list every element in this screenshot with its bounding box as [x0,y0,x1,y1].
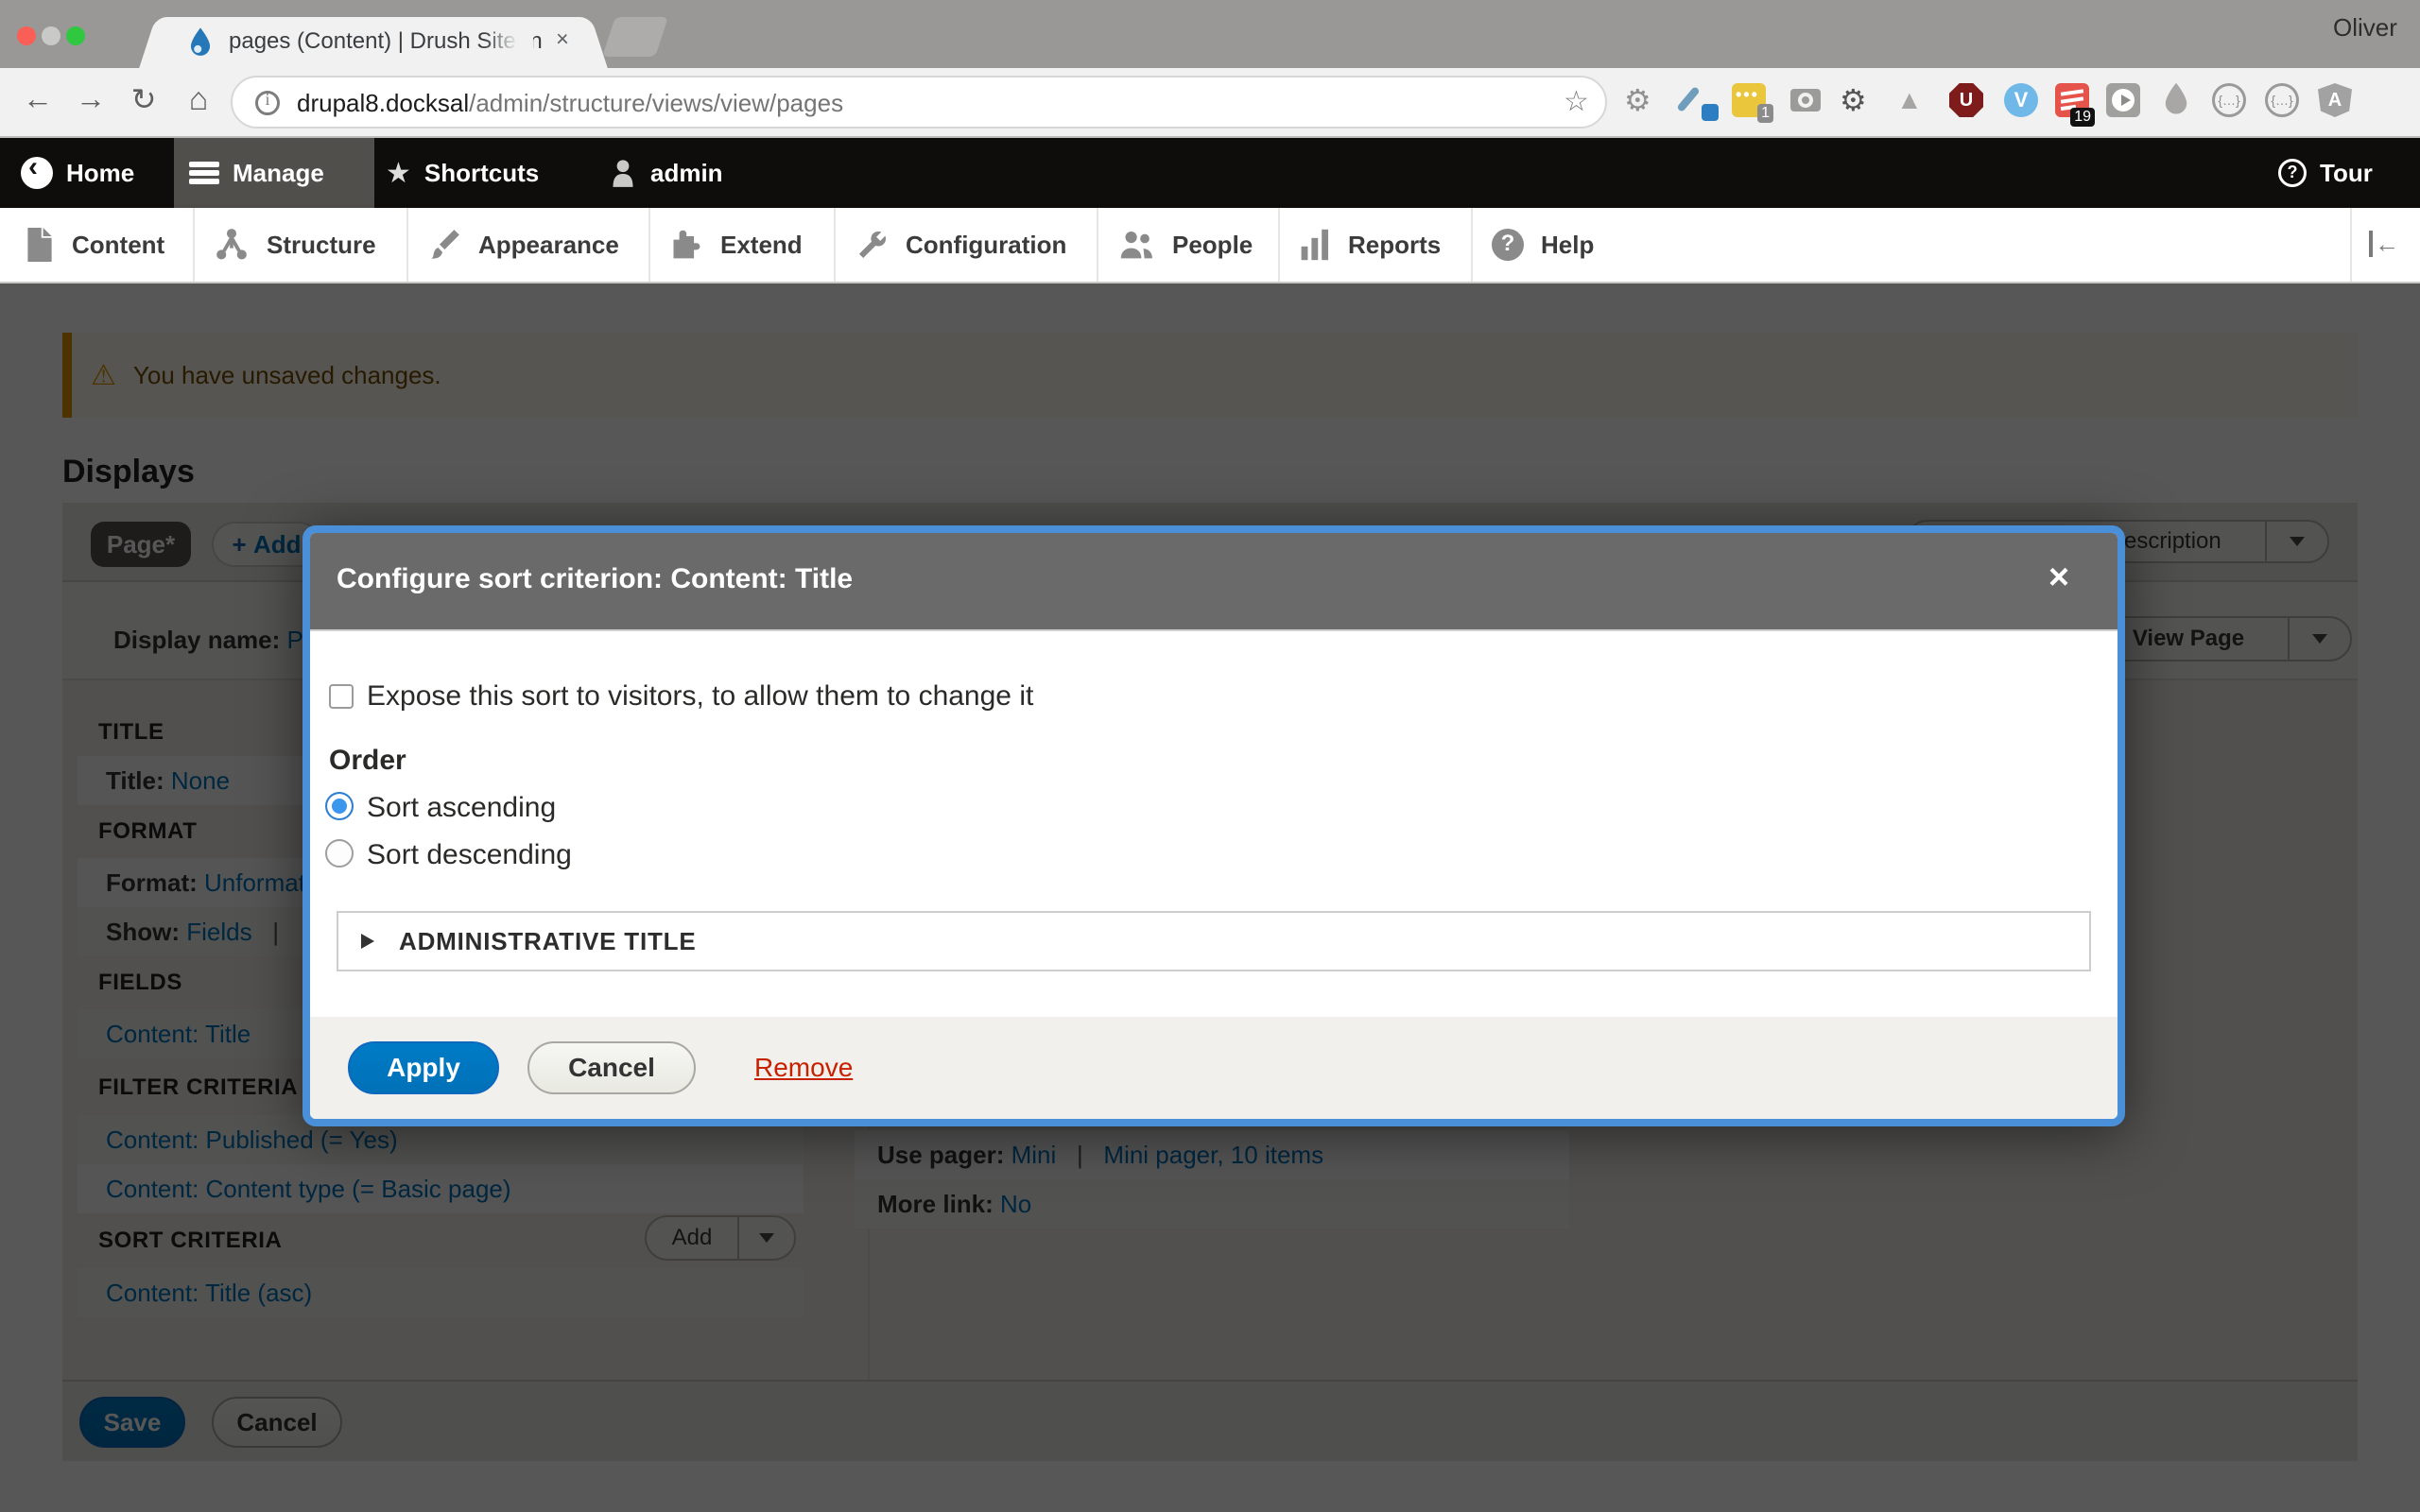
close-window-button[interactable] [17,26,36,45]
menu-item-appearance[interactable]: Appearance [427,208,619,282]
toolbar-shortcuts-label: Shortcuts [424,159,539,188]
toolbar-item-home[interactable]: ‹ Home [21,138,134,208]
toolbar-home-label: Home [66,159,134,188]
document-icon [25,228,55,262]
dialog-cancel-button[interactable]: Cancel [527,1041,696,1094]
drupal-favicon [185,26,216,59]
sort-ascending-radio[interactable] [325,792,354,820]
tab-close-icon[interactable]: × [556,26,569,53]
browser-tab-bar: pages (Content) | Drush Site-In × Oliver [0,0,2420,68]
people-icon [1117,228,1155,262]
menu-item-configuration[interactable]: Configuration [855,208,1066,282]
vimeo-extension-icon[interactable]: V [2004,83,2038,117]
back-to-site-icon: ‹ [21,157,53,189]
question-icon [2278,159,2307,187]
camera-extension-icon[interactable] [1789,83,1823,117]
json-viewer-extension-icon[interactable]: {…} [2212,83,2246,117]
order-label: Order [329,745,406,777]
bookmark-star-icon[interactable]: ☆ [1564,85,1589,118]
org-chart-icon [214,228,250,262]
sort-descending-radio[interactable] [325,839,354,868]
url-path: /admin/structure/views/view/pages [469,89,843,117]
menu-item-people[interactable]: People [1117,208,1253,282]
dialog-title: Configure sort criterion: Content: Title [337,563,853,595]
configure-sort-dialog: Configure sort criterion: Content: Title… [302,525,2125,1126]
administrative-title-details[interactable]: ADMINISTRATIVE TITLE [337,911,2091,971]
toolbar-item-shortcuts[interactable]: ★ Shortcuts [386,138,539,208]
menu-content-label: Content [72,231,164,260]
menu-item-content[interactable]: Content [25,208,164,282]
toolbar-tour-label: Tour [2320,159,2373,188]
dialog-close-icon[interactable]: × [2036,558,2082,598]
dialog-titlebar[interactable]: Configure sort criterion: Content: Title… [310,533,2118,631]
minimize-window-button[interactable] [42,26,60,45]
new-tab-button[interactable] [602,17,668,57]
drive-extension-icon[interactable]: ▲ [1896,83,1930,117]
json-viewer2-extension-icon[interactable]: {…} [2265,83,2299,117]
eyedropper-extension-icon[interactable] [1681,83,1715,117]
dialog-buttonpane: Apply Cancel Remove [310,1017,2118,1119]
dark-gear-extension-icon[interactable]: ⚙ [1840,83,1874,117]
play-extension-icon[interactable] [2106,83,2140,117]
gear-extension-icon[interactable]: ⚙ [1624,83,1658,117]
extension-badge: 1 [1757,104,1773,123]
active-tab[interactable]: pages (Content) | Drush Site-In × [161,17,586,68]
tab-title-fade [484,17,533,68]
puzzle-icon [669,228,703,262]
reload-icon[interactable]: ↻ [123,81,164,117]
drupal-toolbar: ‹ Home Manage ★ Shortcuts admin Tour [0,138,2420,208]
expose-sort-checkbox[interactable] [329,684,354,709]
drupal-extension-icon[interactable] [2159,81,2193,117]
menu-help-label: Help [1541,231,1594,260]
menu-structure-label: Structure [267,231,376,260]
angular-extension-icon[interactable]: A [2318,83,2352,117]
sort-ascending-label[interactable]: Sort ascending [367,792,556,824]
details-arrow-icon [361,934,382,949]
todoist-extension-icon[interactable]: 19 [2055,83,2089,117]
paintbrush-icon [427,228,461,262]
hamburger-icon [189,162,219,184]
toolbar-user-label: admin [650,159,723,188]
drupal-admin-menu: Content Structure Appearance Extend [0,208,2420,284]
browser-toolbar: ← → ↻ ⌂ drupal8.docksal/admin/structure/… [0,68,2420,138]
wrench-icon [855,228,889,262]
menu-reports-label: Reports [1348,231,1441,260]
apply-button[interactable]: Apply [348,1041,499,1094]
help-icon: ? [1492,229,1524,261]
zoom-window-button[interactable] [66,26,85,45]
collapse-toolbar-icon[interactable]: ← [2369,231,2399,257]
url-text[interactable]: drupal8.docksal/admin/structure/views/vi… [297,89,843,118]
ublock-extension-icon[interactable]: U [1949,83,1983,117]
menu-extend-label: Extend [720,231,803,260]
menu-item-help[interactable]: ? Help [1492,208,1594,282]
remove-link[interactable]: Remove [754,1053,853,1083]
menu-item-extend[interactable]: Extend [669,208,803,282]
expose-sort-label: Expose this sort to visitors, to allow t… [367,680,1033,713]
toolbar-item-user[interactable]: admin [609,138,723,208]
bar-chart-icon [1299,228,1331,262]
menu-configuration-label: Configuration [906,231,1066,260]
url-host: drupal8.docksal [297,89,469,117]
forward-icon[interactable]: → [70,81,112,116]
yellow-extension-icon[interactable]: ••• 1 [1732,83,1766,117]
menu-people-label: People [1172,231,1253,260]
menu-item-structure[interactable]: Structure [214,208,376,282]
browser-profile-name[interactable]: Oliver [2333,13,2397,43]
address-bar[interactable]: drupal8.docksal/admin/structure/views/vi… [231,76,1607,129]
site-info-icon[interactable] [255,91,280,115]
star-icon: ★ [386,157,411,190]
menu-item-reports[interactable]: Reports [1299,208,1441,282]
back-icon[interactable]: ← [17,81,59,116]
home-icon[interactable]: ⌂ [178,81,219,118]
sort-descending-label[interactable]: Sort descending [367,839,572,871]
extension-badge: 19 [2070,108,2095,127]
toolbar-item-manage[interactable]: Manage [174,138,374,208]
toolbar-manage-label: Manage [233,159,324,188]
user-icon [609,158,637,188]
toolbar-item-tour[interactable]: Tour [2278,138,2373,208]
menu-appearance-label: Appearance [478,231,619,260]
